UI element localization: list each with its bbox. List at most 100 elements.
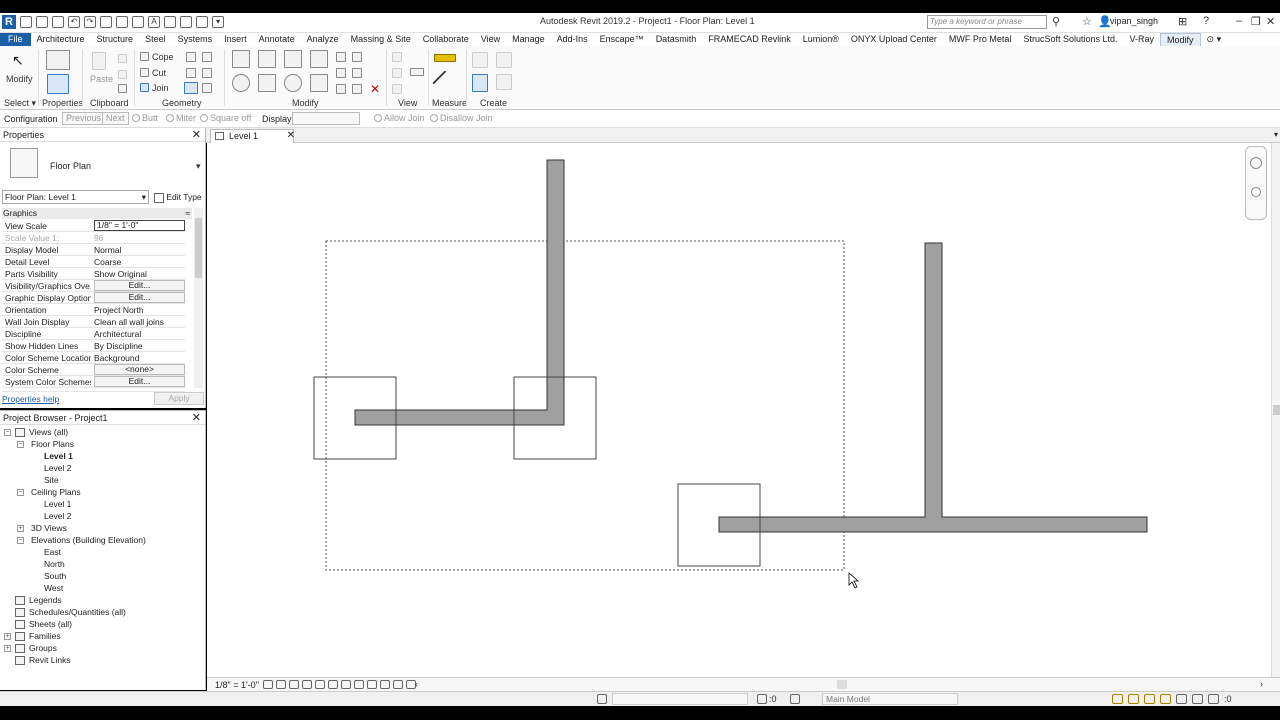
collapse-toggle-icon[interactable]: − <box>17 489 24 496</box>
browser-item-level-2[interactable]: Level 2 <box>44 511 71 521</box>
edit-type-button[interactable]: Edit Type <box>154 190 204 204</box>
properties-scrollbar[interactable] <box>194 208 203 388</box>
browser-item-south[interactable]: South <box>44 571 66 581</box>
browser-item-floor-plans[interactable]: Floor Plans <box>31 439 74 449</box>
tab-modify[interactable]: Modify <box>1160 33 1201 46</box>
browser-item-ceiling-plans[interactable]: Ceiling Plans <box>31 487 81 497</box>
filter-icon[interactable] <box>410 68 424 76</box>
select-by-face-icon[interactable] <box>1160 694 1171 704</box>
graphics-group-header[interactable]: Graphics ≈ <box>2 208 192 219</box>
sync-icon[interactable] <box>52 16 64 28</box>
tab-add-ins[interactable]: Add-Ins <box>551 33 594 46</box>
cursor-icon[interactable]: ↖ <box>12 52 26 68</box>
browser-item-families[interactable]: Families <box>29 631 61 641</box>
create-group-icon[interactable] <box>472 74 488 92</box>
collapse-icon[interactable]: ≈ <box>185 208 190 219</box>
split-face-icon[interactable] <box>186 52 196 62</box>
display-select[interactable] <box>292 112 360 125</box>
browser-item-level-2[interactable]: Level 2 <box>44 463 71 473</box>
highlight-displacement-icon[interactable] <box>393 680 403 689</box>
text-icon[interactable]: A <box>148 16 160 28</box>
drawing-area[interactable] <box>207 143 1271 677</box>
reveal-hidden-icon[interactable] <box>367 680 377 689</box>
butt-radio[interactable]: Butt <box>132 113 158 123</box>
property-row[interactable]: Orientation Project North <box>2 304 185 316</box>
drag-elements-icon[interactable] <box>1176 694 1187 704</box>
property-edit-button[interactable]: Edit... <box>94 280 185 291</box>
steering-wheel-icon[interactable] <box>1250 157 1262 169</box>
editing-requests-icon[interactable] <box>757 694 767 704</box>
hide-icon[interactable] <box>392 52 402 62</box>
temporary-hide-icon[interactable] <box>354 680 364 689</box>
join-icon[interactable] <box>140 83 149 92</box>
move-icon[interactable] <box>232 74 250 92</box>
undo-icon[interactable]: ↶ <box>68 16 80 28</box>
browser-item-north[interactable]: North <box>44 559 65 569</box>
browser-item-3d-views[interactable]: 3D Views <box>31 523 67 533</box>
apply-button[interactable]: Apply <box>154 392 204 405</box>
save-icon[interactable] <box>36 16 48 28</box>
select-underlay-icon[interactable] <box>1128 694 1139 704</box>
customize-qat-icon[interactable]: ▾ <box>212 16 224 28</box>
contextual-tab-dropdown-icon[interactable]: ⊙ ▾ <box>1201 33 1228 46</box>
wall-joins-icon[interactable] <box>186 68 196 78</box>
zoom-icon[interactable] <box>1251 187 1261 197</box>
tab-steel[interactable]: Steel <box>139 33 172 46</box>
restore-icon[interactable]: ❐ <box>1251 15 1261 28</box>
scale-icon[interactable] <box>352 68 362 78</box>
pin-icon[interactable] <box>336 84 346 94</box>
wall-joins-active-icon[interactable] <box>184 82 198 94</box>
browser-item-views-all[interactable]: Views (all) <box>29 427 68 437</box>
cart-icon[interactable]: ⊞ <box>1178 15 1187 28</box>
tab-mwf-pro-metal[interactable]: MWF Pro Metal <box>943 33 1018 46</box>
print-icon[interactable] <box>100 16 112 28</box>
browser-item-revit-links[interactable]: Revit Links <box>29 655 71 665</box>
measure-distance-icon[interactable] <box>434 54 456 62</box>
allow-join-radio[interactable]: Allow Join <box>374 113 425 123</box>
sections-icon[interactable] <box>180 16 192 28</box>
properties-help-link[interactable]: Properties help <box>2 394 59 404</box>
help-icon[interactable]: ? <box>1203 15 1209 27</box>
minimize-icon[interactable]: – <box>1236 15 1242 27</box>
horizontal-scroll-thumb[interactable] <box>837 680 847 689</box>
workset-select[interactable] <box>612 693 748 705</box>
scroll-thumb[interactable] <box>195 218 202 278</box>
browser-item-elevations-building-elevation[interactable]: Elevations (Building Elevation) <box>31 535 146 545</box>
shadows-icon[interactable] <box>302 680 312 689</box>
expand-toggle-icon[interactable]: + <box>17 525 24 532</box>
property-row[interactable]: Color Scheme <none> <box>2 364 185 376</box>
unlock-3d-icon[interactable] <box>341 680 351 689</box>
background-processes-icon[interactable] <box>1192 694 1203 704</box>
close-tab-icon[interactable]: ✕ <box>287 130 295 142</box>
close-icon[interactable]: ✕ <box>192 411 201 425</box>
tab-list-icon[interactable]: ▾ <box>1274 130 1278 139</box>
modify-tool-label[interactable]: Modify <box>6 74 33 84</box>
property-row[interactable]: Color Scheme Location Background <box>2 352 185 364</box>
property-row[interactable]: Discipline Architectural <box>2 328 185 340</box>
select-pinned-icon[interactable] <box>1144 694 1155 704</box>
show-crop-icon[interactable] <box>328 680 338 689</box>
view-scale[interactable]: 1/8" = 1'-0" <box>215 680 259 690</box>
unpin-icon[interactable] <box>352 84 362 94</box>
mirror-draw-icon[interactable] <box>310 50 328 68</box>
design-options-icon[interactable] <box>790 694 800 704</box>
collapse-toggle-icon[interactable]: − <box>17 537 24 544</box>
browser-item-level-1[interactable]: Level 1 <box>44 451 73 461</box>
split-icon[interactable] <box>336 52 346 62</box>
trim-extend-icon[interactable] <box>310 74 328 92</box>
browser-item-sheets-all[interactable]: Sheets (all) <box>29 619 72 629</box>
create-assembly-icon[interactable] <box>472 52 488 68</box>
tab-enscape[interactable]: Enscape™ <box>594 33 650 46</box>
tab-insert[interactable]: Insert <box>218 33 253 46</box>
copy-element-icon[interactable] <box>258 74 276 92</box>
binoculars-icon[interactable]: ⚲ <box>1052 15 1060 28</box>
cope-icon[interactable] <box>140 52 149 61</box>
detail-level-icon[interactable] <box>263 680 273 689</box>
align-icon[interactable] <box>232 50 250 68</box>
revit-logo-icon[interactable]: R <box>2 15 16 29</box>
floor-plan-drawing[interactable] <box>207 143 1271 677</box>
tab-manage[interactable]: Manage <box>506 33 551 46</box>
property-row[interactable]: System Color Schemes Edit... <box>2 376 185 388</box>
navigation-bar[interactable] <box>1245 146 1267 220</box>
browser-item-schedules-quantities-all[interactable]: Schedules/Quantities (all) <box>29 607 126 617</box>
